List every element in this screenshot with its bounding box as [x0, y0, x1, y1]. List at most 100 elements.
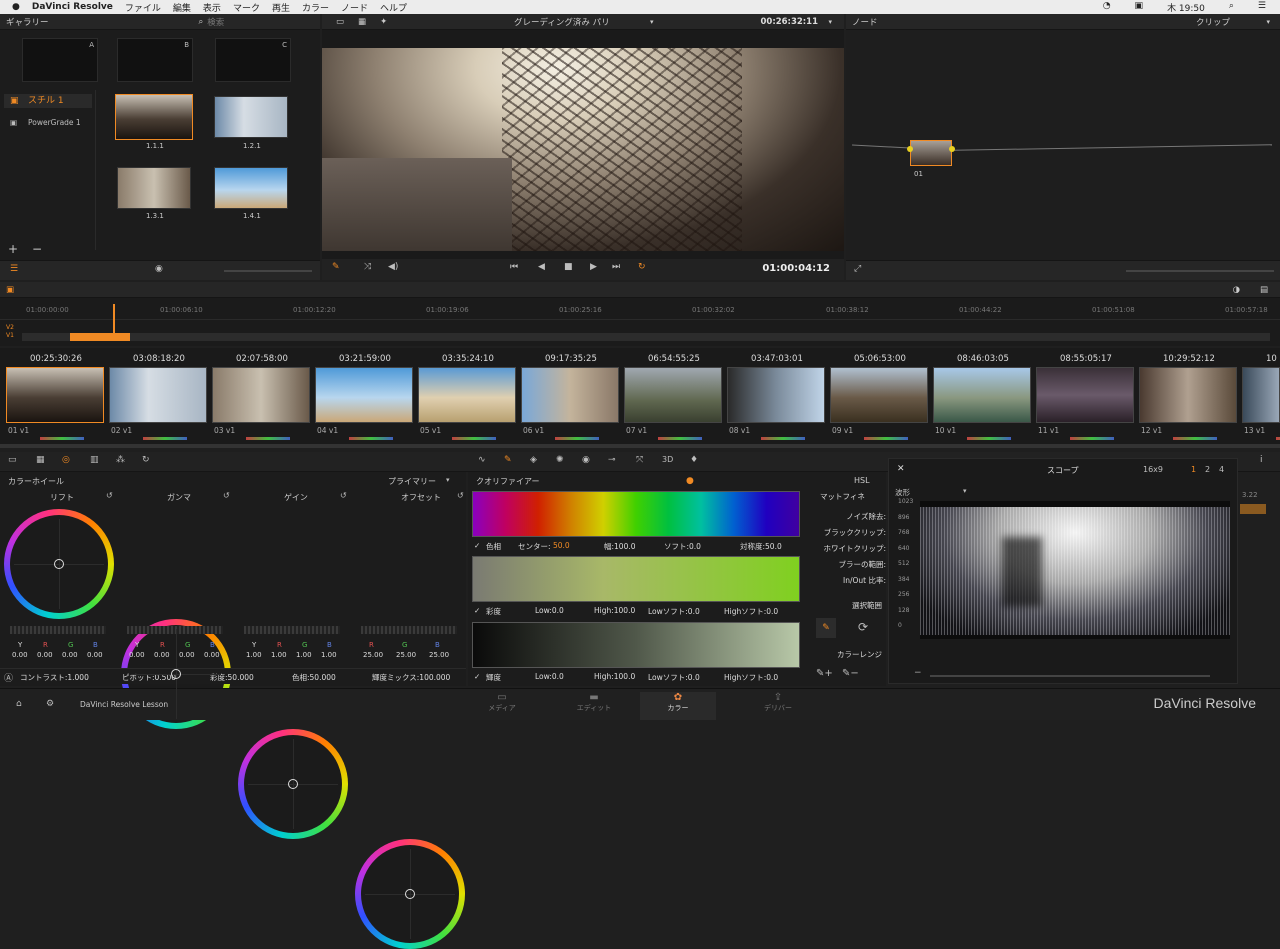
- hue-bar[interactable]: [472, 491, 800, 537]
- hue-center-value[interactable]: 50.0: [553, 541, 570, 550]
- contrast-value[interactable]: コントラスト:1.000: [20, 672, 89, 683]
- gallery-search[interactable]: 検索: [207, 16, 224, 28]
- blur-icon[interactable]: ◉: [582, 455, 590, 465]
- app-menu[interactable]: DaVinci Resolve: [32, 2, 113, 12]
- menu-view[interactable]: 表示: [203, 1, 221, 14]
- viewer-image[interactable]: [322, 48, 844, 251]
- node-01[interactable]: [910, 140, 952, 166]
- album-powergrade-1[interactable]: ▣ PowerGrade 1: [4, 116, 92, 130]
- hue-width[interactable]: 幅:100.0: [604, 541, 636, 552]
- channel-value[interactable]: 0.00: [179, 651, 195, 659]
- clip-thumbnail[interactable]: [830, 367, 928, 423]
- color-wheel[interactable]: [355, 839, 465, 949]
- menu-color[interactable]: カラー: [302, 1, 329, 14]
- flag-icon[interactable]: ▣: [1135, 1, 1144, 14]
- hue-checkbox[interactable]: ✓: [474, 541, 480, 550]
- skip-end-icon[interactable]: ⏭: [612, 262, 620, 272]
- inout-ratio-label[interactable]: In/Out 比率:: [810, 575, 886, 586]
- sat-high-soft[interactable]: Highソフト:0.0: [724, 606, 778, 617]
- still-1-3-1[interactable]: [117, 167, 191, 209]
- wheel-puck[interactable]: [405, 889, 415, 899]
- qualifier-mode[interactable]: HSL: [854, 476, 870, 485]
- info-icon[interactable]: i: [1260, 455, 1263, 465]
- album-stills-1[interactable]: ▣ スチル 1: [4, 94, 92, 108]
- stop-icon[interactable]: ■: [564, 262, 573, 272]
- hue-value[interactable]: 色相:50.000: [292, 672, 336, 683]
- channel-value[interactable]: 0.00: [154, 651, 170, 659]
- denoise-label[interactable]: ノイズ除去:: [810, 511, 886, 522]
- page-tab-edit[interactable]: ▬ エディット: [544, 692, 644, 720]
- wheel-puck[interactable]: [54, 559, 64, 569]
- color-wheel[interactable]: [4, 509, 114, 619]
- node-tool-icon[interactable]: ⤢: [854, 264, 861, 274]
- add-range-icon[interactable]: ✎+: [816, 668, 833, 679]
- memory-slot-b[interactable]: B: [117, 38, 193, 82]
- master-wheel[interactable]: [244, 626, 340, 634]
- scope-zoom-slider[interactable]: [930, 675, 1210, 677]
- clip-thumbnail[interactable]: [109, 367, 207, 423]
- still-1-1-1[interactable]: [115, 94, 193, 140]
- wheel-puck[interactable]: [171, 669, 181, 679]
- tracker-icon[interactable]: ✺: [556, 455, 564, 465]
- page-tab-color[interactable]: ✿ カラー: [640, 692, 716, 720]
- channel-value[interactable]: 25.00: [396, 651, 416, 659]
- channel-value[interactable]: 0.00: [204, 651, 220, 659]
- node-zoom-slider[interactable]: [1126, 270, 1274, 272]
- clip-thumbnail[interactable]: [1139, 367, 1237, 423]
- sat-low-soft[interactable]: Lowソフト:0.0: [648, 606, 700, 617]
- page-tab-media[interactable]: ▭ メディア: [452, 692, 552, 720]
- gallery-search-icon[interactable]: ⌕: [199, 17, 204, 27]
- master-wheel[interactable]: [10, 626, 106, 634]
- lum-high-soft[interactable]: Highソフト:0.0: [724, 672, 778, 683]
- scope-side-bar[interactable]: [1240, 504, 1266, 514]
- page-tab-deliver[interactable]: ⇪ デリバー: [728, 692, 828, 720]
- timeline-playhead[interactable]: [113, 304, 115, 340]
- scope-zoom-out-icon[interactable]: −: [914, 668, 922, 678]
- wifi-icon[interactable]: ◔: [1103, 1, 1111, 14]
- still-1-4-1[interactable]: [214, 167, 288, 209]
- apple-icon[interactable]: ●: [12, 2, 20, 12]
- channel-value[interactable]: 0.00: [62, 651, 78, 659]
- node-output-dot[interactable]: [949, 146, 955, 152]
- timeline-sync-icon[interactable]: ◑: [1233, 285, 1240, 295]
- node-menu-icon[interactable]: ▾: [1266, 18, 1270, 26]
- volume-icon[interactable]: ◀): [388, 262, 398, 272]
- timeline-selection[interactable]: [70, 333, 130, 341]
- channel-value[interactable]: 1.00: [246, 651, 262, 659]
- node-clip-mode[interactable]: クリップ: [1196, 16, 1230, 28]
- clip-thumbnail[interactable]: [418, 367, 516, 423]
- scope-type-dropdown-icon[interactable]: ▾: [963, 487, 967, 495]
- loop-icon[interactable]: ↻: [638, 262, 646, 272]
- sat-checkbox[interactable]: ✓: [474, 606, 480, 615]
- clip-thumbnail[interactable]: [212, 367, 310, 423]
- viewer-grid-icon[interactable]: ▦: [358, 17, 366, 27]
- viewer-title[interactable]: グレーディング済み パリ: [514, 16, 610, 28]
- clip-thumbnail[interactable]: [1242, 367, 1280, 423]
- menu-edit[interactable]: 編集: [173, 1, 191, 14]
- mode-dropdown-icon[interactable]: ▾: [446, 476, 450, 484]
- auto-balance-icon[interactable]: Ⓐ: [4, 671, 13, 684]
- scope-page-1[interactable]: 1: [1191, 465, 1196, 474]
- wheel-puck[interactable]: [288, 779, 298, 789]
- 3d-icon[interactable]: 3D: [662, 455, 673, 464]
- color-picker-icon[interactable]: ✎: [332, 262, 340, 272]
- wheel-reset-icon[interactable]: ↺: [340, 491, 347, 500]
- blur-radius-label[interactable]: ブラーの範囲:: [810, 559, 886, 570]
- sizing-icon[interactable]: ⤧: [636, 455, 643, 465]
- clip-thumbnail[interactable]: [6, 367, 104, 423]
- search-icon[interactable]: ⌕: [1229, 1, 1234, 14]
- lum-checkbox[interactable]: ✓: [474, 672, 480, 681]
- list-view-icon[interactable]: ☰: [10, 264, 18, 274]
- memory-slot-a[interactable]: A: [22, 38, 98, 82]
- channel-value[interactable]: 1.00: [321, 651, 337, 659]
- channel-value[interactable]: 0.00: [37, 651, 53, 659]
- lum-bar[interactable]: [472, 622, 800, 668]
- clip-thumbnail[interactable]: [521, 367, 619, 423]
- key-icon[interactable]: ⊸: [608, 455, 616, 465]
- channel-value[interactable]: 25.00: [363, 651, 383, 659]
- viewer-layout-icon[interactable]: ▭: [336, 17, 344, 27]
- drop-icon[interactable]: ♦: [690, 455, 698, 465]
- clip-thumbnail[interactable]: [315, 367, 413, 423]
- channel-value[interactable]: 0.00: [87, 651, 103, 659]
- skip-start-icon[interactable]: ⏮: [510, 262, 518, 272]
